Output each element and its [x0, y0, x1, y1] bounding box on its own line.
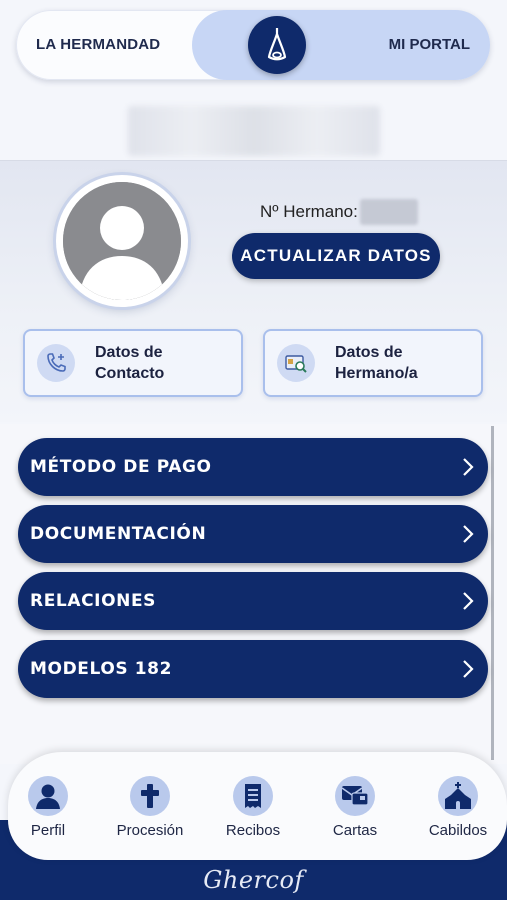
nav-recibos-label: Recibos: [225, 822, 281, 839]
toggle-hermandad-label[interactable]: LA HERMANDAD: [36, 10, 160, 80]
contact-data-card[interactable]: Datos de Contacto: [23, 329, 243, 397]
menu-documentation[interactable]: DOCUMENTACIÓN: [18, 505, 488, 563]
menu-payment-method[interactable]: MÉTODO DE PAGO: [18, 438, 488, 496]
menu-item-label: MÉTODO DE PAGO: [30, 457, 212, 477]
member-card-line1: Datos de: [335, 344, 403, 361]
portal-toggle[interactable]: LA HERMANDAD MI PORTAL: [16, 10, 490, 80]
mail-icon: [335, 776, 375, 816]
nav-cartas-label: Cartas: [332, 822, 378, 839]
nav-procesion[interactable]: Procesión: [105, 776, 195, 839]
receipt-icon: [233, 776, 273, 816]
member-number-label: Nº Hermano:: [260, 202, 358, 221]
member-number-value: [359, 199, 418, 225]
chevron-right-icon: [463, 458, 474, 476]
hidden-member-name: [128, 106, 380, 156]
nazareno-hood-icon[interactable]: [248, 16, 306, 74]
nav-procesion-label: Procesión: [116, 822, 184, 839]
menu-item-label: MODELOS 182: [30, 659, 173, 679]
profile-section: Nº Hermano: ACTUALIZAR DATOS Datos de Co…: [0, 160, 507, 422]
avatar[interactable]: [56, 175, 188, 307]
chevron-right-icon: [463, 660, 474, 678]
user-icon: [28, 776, 68, 816]
menu-item-label: RELACIONES: [30, 591, 157, 611]
id-card-search-icon: [277, 344, 315, 382]
chevron-right-icon: [463, 525, 474, 543]
nav-cabildos-label: Cabildos: [428, 822, 488, 839]
member-card-line2: Hermano/a: [335, 365, 418, 382]
scrollbar[interactable]: [491, 426, 494, 760]
member-number: Nº Hermano:: [260, 199, 418, 225]
member-data-card[interactable]: Datos de Hermano/a: [263, 329, 483, 397]
nav-cartas[interactable]: Cartas: [310, 776, 400, 839]
contact-card-line1: Datos de: [95, 344, 163, 361]
toggle-mi-portal-label[interactable]: MI PORTAL: [389, 10, 470, 80]
menu-item-label: DOCUMENTACIÓN: [30, 524, 207, 544]
cross-icon: [130, 776, 170, 816]
nav-perfil[interactable]: Perfil: [3, 776, 93, 839]
nav-cabildos[interactable]: Cabildos: [413, 776, 503, 839]
contact-card-line2: Contacto: [95, 365, 165, 382]
phone-plus-icon: [37, 344, 75, 382]
bottom-navigation: Perfil Procesión Recibos Cartas Cabildos: [8, 752, 507, 860]
chevron-right-icon: [463, 592, 474, 610]
update-data-button[interactable]: ACTUALIZAR DATOS: [232, 233, 440, 279]
church-icon: [438, 776, 478, 816]
menu-models-182[interactable]: MODELOS 182: [18, 640, 488, 698]
nav-perfil-label: Perfil: [30, 822, 66, 839]
user-placeholder-icon: [63, 182, 181, 300]
menu-relations[interactable]: RELACIONES: [18, 572, 488, 630]
ghercof-logo: Ghercof: [203, 866, 304, 894]
nav-recibos[interactable]: Recibos: [208, 776, 298, 839]
